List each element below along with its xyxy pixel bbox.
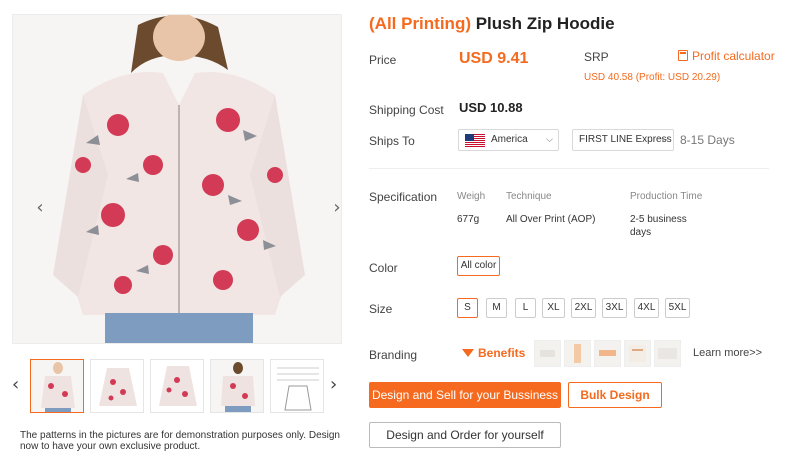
product-title: (All Printing) Plush Zip Hoodie (369, 14, 615, 34)
next-image-arrow[interactable]: › (326, 197, 341, 219)
thumb-prev-arrow[interactable]: ‹ (12, 374, 19, 395)
ships-to-label: Ships To (369, 134, 415, 148)
shipping-cost-label: Shipping Cost (369, 103, 444, 117)
specification-label: Specification (369, 190, 438, 204)
title-highlight: (All Printing) (369, 14, 471, 33)
design-and-order-button[interactable]: Design and Order for yourself (369, 422, 561, 448)
branding-label: Branding (369, 348, 418, 362)
delivery-days: 8-15 Days (680, 133, 735, 147)
size-option-m[interactable]: M (486, 298, 507, 318)
branding-option-tag[interactable] (564, 340, 591, 367)
thumb-next-arrow[interactable]: › (330, 374, 337, 395)
chevron-down-icon: ⌵ (661, 135, 668, 145)
shipping-line-value: FIRST LINE Express (579, 134, 672, 145)
title-text: Plush Zip Hoodie (470, 14, 615, 33)
profit-calculator-link[interactable]: Profit calculator (678, 49, 775, 63)
prev-image-arrow[interactable]: ‹ (29, 197, 51, 219)
spec-value-technique: All Over Print (AOP) (506, 214, 596, 225)
spec-header-weight: Weigh (457, 191, 486, 202)
divider (369, 168, 769, 169)
branding-option-package[interactable] (654, 340, 681, 367)
size-option-xl[interactable]: XL (542, 298, 565, 318)
size-option-4xl[interactable]: 4XL (634, 298, 659, 318)
price-value: USD 9.41 (459, 50, 529, 67)
thumbnail-front-model[interactable] (30, 359, 84, 413)
country-value: America (491, 134, 528, 145)
srp-value: USD 40.58 (Profit: USD 20.29) (584, 72, 721, 83)
color-option-all[interactable]: All color (457, 256, 500, 276)
profit-calculator-label: Profit calculator (692, 49, 775, 63)
thumbnail-model-side[interactable] (210, 359, 264, 413)
benefits-link[interactable]: Benefits (462, 346, 525, 360)
branding-option-card[interactable] (624, 340, 651, 367)
size-label: Size (369, 302, 393, 316)
benefits-label: Benefits (478, 346, 526, 360)
crown-icon (462, 349, 474, 357)
spec-header-production: Production Time (630, 191, 703, 202)
thumbnail-flat-front[interactable] (90, 359, 144, 413)
size-option-5xl[interactable]: 5XL (665, 298, 690, 318)
price-label: Price (369, 53, 397, 67)
thumbnail-flat-back[interactable] (150, 359, 204, 413)
color-label: Color (369, 261, 398, 275)
spec-value-production: 2-5 business days (630, 214, 687, 238)
shipping-cost-value: USD 10.88 (459, 100, 523, 115)
spec-header-technique: Technique (506, 191, 552, 202)
size-option-2xl[interactable]: 2XL (571, 298, 596, 318)
srp-label: SRP (584, 50, 609, 64)
hoodie-photo (13, 15, 341, 343)
shipping-line-select[interactable]: FIRST LINE Express ⌵ (572, 129, 674, 151)
thumbnail-size-chart[interactable] (270, 359, 324, 413)
main-product-image: ‹ › (12, 14, 342, 344)
spec-value-weight: 677g (457, 214, 480, 225)
chevron-down-icon: ⌵ (546, 135, 553, 145)
design-and-sell-button[interactable]: Design and Sell for your Bussiness (369, 382, 561, 408)
demonstration-note: The patterns in the pictures are for dem… (20, 430, 340, 452)
size-option-s[interactable]: S (457, 298, 478, 318)
size-option-3xl[interactable]: 3XL (602, 298, 627, 318)
thumbnail-strip: ‹ › (8, 358, 348, 414)
country-select[interactable]: America ⌵ (458, 129, 559, 151)
us-flag-icon (465, 134, 485, 147)
branding-option-label[interactable] (534, 340, 561, 367)
learn-more-link[interactable]: Learn more>> (693, 347, 762, 359)
size-option-l[interactable]: L (515, 298, 536, 318)
branding-option-print[interactable] (594, 340, 621, 367)
calculator-icon (678, 50, 688, 61)
bulk-design-button[interactable]: Bulk Design (568, 382, 662, 408)
